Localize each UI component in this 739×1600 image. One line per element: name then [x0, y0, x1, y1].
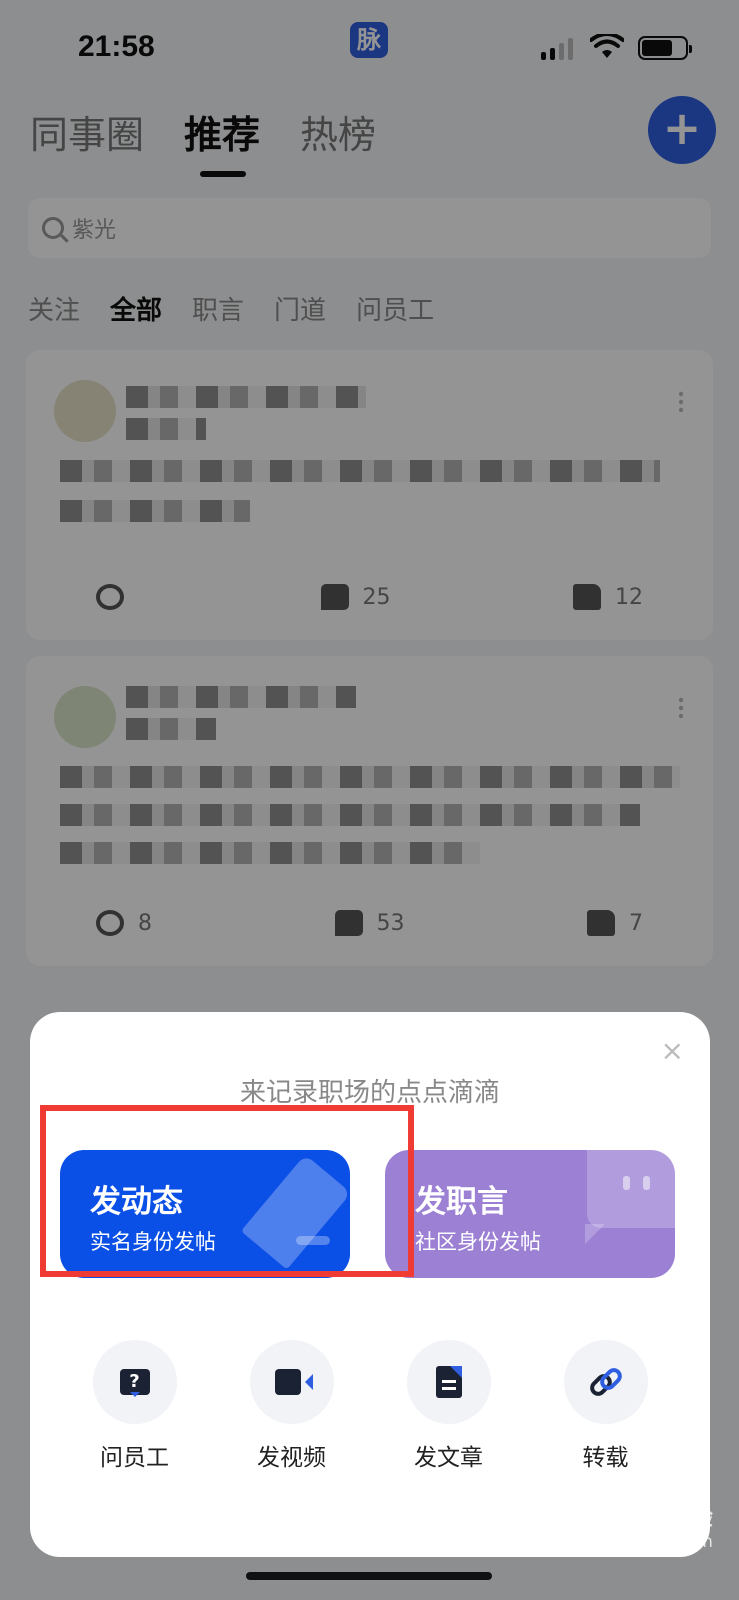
quick-ask-label: 问员工 [100, 1445, 169, 1471]
quick-video-label: 发视频 [257, 1445, 326, 1471]
quick-article[interactable]: 发文章 [379, 1340, 519, 1472]
chat-bubble-icon [587, 1150, 675, 1228]
watermark-url: jingyan.baidu.com [556, 1532, 713, 1552]
quick-repost-label: 转载 [582, 1445, 629, 1471]
quick-video[interactable]: 发视频 [222, 1340, 362, 1472]
quick-repost[interactable]: 转载 [536, 1340, 676, 1472]
home-indicator [246, 1572, 492, 1580]
ask-icon: ? [92, 1340, 177, 1424]
quick-article-label: 发文章 [414, 1445, 483, 1471]
post-voice-button[interactable]: 发职言 社区身份发帖 [385, 1150, 675, 1278]
post-voice-subtitle: 社区身份发帖 [415, 1230, 541, 1254]
quick-actions: ? 问员工 发视频 发文章 转载 [30, 1340, 710, 1472]
close-icon[interactable]: × [661, 1034, 684, 1067]
sheet-title: 来记录职场的点点滴滴 [239, 1078, 500, 1108]
quick-ask-employee[interactable]: ? 问员工 [65, 1340, 205, 1472]
chat-bubble-tail [585, 1224, 605, 1244]
video-icon [249, 1340, 334, 1424]
link-icon [563, 1340, 648, 1424]
post-voice-title: 发职言 [415, 1184, 508, 1220]
watermark-brand: Baidu经验 [598, 1506, 713, 1531]
create-post-sheet: × 来记录职场的点点滴滴 发动态 实名身份发帖 发职言 社区身份发帖 ? 问员工… [30, 1012, 710, 1557]
highlight-box [40, 1105, 414, 1277]
watermark: Baidu经验 jingyan.baidu.com [556, 1500, 713, 1552]
article-icon [406, 1340, 491, 1424]
